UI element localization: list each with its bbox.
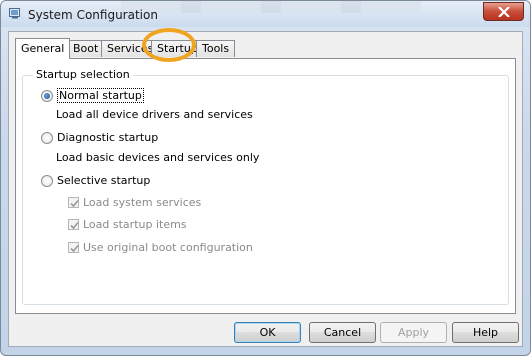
- load-startup-items-checkbox[interactable]: Load startup items: [68, 218, 187, 231]
- window-title: System Configuration: [28, 8, 158, 22]
- background-window-ghost: [121, 1, 421, 13]
- checkbox[interactable]: [68, 242, 79, 253]
- checkmark-icon: [70, 199, 79, 208]
- tab-general[interactable]: General: [15, 38, 71, 59]
- checkbox[interactable]: [68, 219, 79, 230]
- normal-startup-label: Normal startup: [57, 88, 144, 103]
- general-tab-panel: Startup selection Normal startup Load al…: [15, 58, 516, 314]
- apply-button[interactable]: Apply: [380, 322, 447, 343]
- diagnostic-startup-label: Diagnostic startup: [57, 131, 159, 144]
- msconfig-icon: [9, 7, 21, 19]
- checkmark-icon: [70, 244, 79, 253]
- load-system-services-checkbox[interactable]: Load system services: [68, 196, 201, 209]
- selective-startup-radio[interactable]: Selective startup: [41, 174, 150, 187]
- startup-selection-group: Startup selection Normal startup Load al…: [22, 68, 509, 305]
- radio-button-checked[interactable]: [41, 89, 53, 102]
- dialog-client-area: General Boot Services Startup Tools Star…: [8, 31, 523, 347]
- checkbox-label: Load startup items: [83, 218, 187, 231]
- close-button[interactable]: [483, 2, 524, 21]
- group-label: Startup selection: [33, 68, 133, 81]
- tab-boot[interactable]: Boot: [67, 40, 105, 57]
- radio-button[interactable]: [41, 131, 53, 144]
- diagnostic-startup-description: Load basic devices and services only: [56, 151, 260, 164]
- normal-startup-description: Load all device drivers and services: [56, 108, 253, 121]
- close-icon: [498, 7, 510, 17]
- radio-button[interactable]: [41, 174, 53, 187]
- checkmark-icon: [70, 221, 79, 230]
- selective-startup-label: Selective startup: [57, 174, 151, 187]
- help-button[interactable]: Help: [452, 322, 519, 343]
- checkbox[interactable]: [68, 197, 79, 208]
- title-bar[interactable]: System Configuration: [1, 1, 530, 27]
- checkbox-label: Use original boot configuration: [83, 241, 253, 254]
- normal-startup-radio[interactable]: Normal startup: [41, 88, 144, 103]
- use-original-boot-configuration-checkbox[interactable]: Use original boot configuration: [68, 241, 253, 254]
- tab-tools[interactable]: Tools: [196, 40, 236, 57]
- checkbox-label: Load system services: [83, 196, 202, 209]
- system-configuration-window: System Configuration General Boot Servic…: [0, 0, 531, 356]
- ok-button[interactable]: OK: [234, 322, 301, 343]
- cancel-button[interactable]: Cancel: [309, 322, 376, 343]
- diagnostic-startup-radio[interactable]: Diagnostic startup: [41, 131, 158, 144]
